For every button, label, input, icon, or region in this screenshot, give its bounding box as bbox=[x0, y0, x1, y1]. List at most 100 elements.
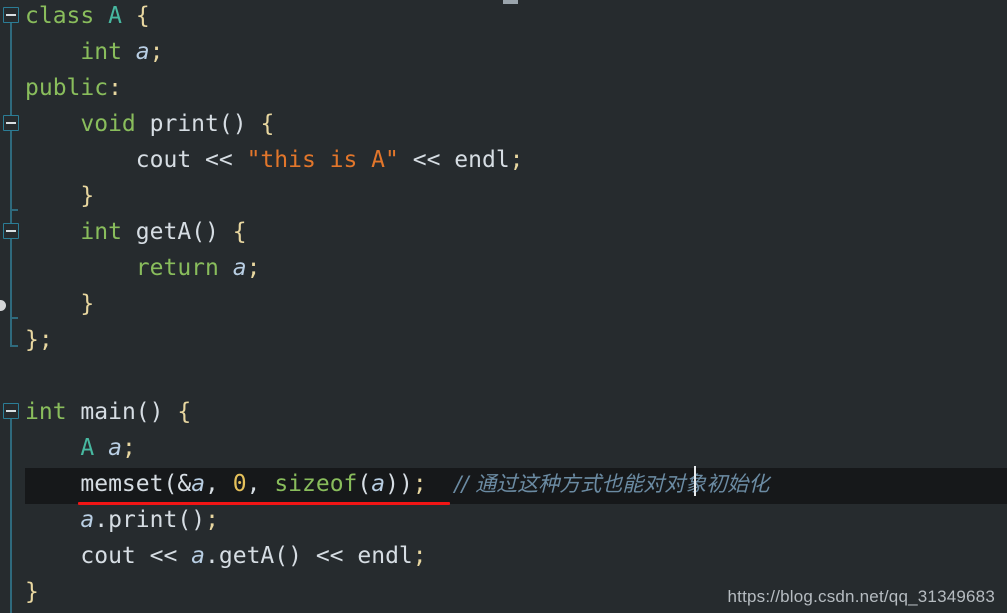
code-token: ; bbox=[149, 39, 164, 65]
code-token: () bbox=[274, 543, 302, 569]
code-line[interactable]: memset(&a, 0, sizeof(a)); // 通过这种方式也能对对象… bbox=[0, 466, 1007, 502]
code-token: endl bbox=[454, 147, 510, 173]
code-token: 0 bbox=[232, 471, 247, 497]
code-line[interactable] bbox=[0, 358, 1007, 394]
code-token: { bbox=[177, 399, 192, 425]
code-token: a bbox=[191, 471, 206, 497]
code-token: getA bbox=[135, 219, 192, 245]
code-token: } bbox=[80, 183, 95, 209]
code-token: , bbox=[205, 471, 233, 497]
code-token: "this is A" bbox=[246, 147, 399, 173]
code-token: ; bbox=[121, 435, 136, 461]
code-token: getA bbox=[218, 543, 275, 569]
text-caret bbox=[694, 466, 696, 496]
code-token: int bbox=[80, 219, 122, 245]
code-token: // 通过这种方式也能对对象初始化 bbox=[454, 472, 770, 496]
code-line[interactable]: int a; bbox=[0, 34, 1007, 70]
code-token: memset bbox=[80, 471, 164, 497]
red-underline-annotation bbox=[78, 502, 450, 505]
code-line[interactable]: int main() { bbox=[0, 394, 1007, 430]
code-line[interactable]: } bbox=[0, 178, 1007, 214]
code-token: }; bbox=[25, 327, 53, 353]
code-token: a bbox=[108, 435, 122, 461]
code-token: . bbox=[205, 543, 219, 569]
code-token: void bbox=[80, 111, 136, 137]
code-token: class bbox=[25, 3, 95, 29]
code-token: << bbox=[398, 147, 455, 173]
code-token: { bbox=[260, 111, 275, 137]
code-token: int bbox=[25, 399, 67, 425]
watermark-url: https://blog.csdn.net/qq_31349683 bbox=[727, 587, 995, 606]
code-token: ; bbox=[412, 471, 427, 497]
code-text-area[interactable]: class A { int a; public: void print() { c… bbox=[0, 0, 1007, 613]
code-token: : bbox=[108, 75, 122, 101]
code-line[interactable]: cout << "this is A" << endl; bbox=[0, 142, 1007, 178]
code-token: ; bbox=[509, 147, 524, 173]
code-token: ; bbox=[412, 543, 427, 569]
code-line[interactable]: public: bbox=[0, 70, 1007, 106]
code-token: () bbox=[135, 399, 164, 425]
code-line[interactable]: class A { bbox=[0, 0, 1007, 34]
code-token: a bbox=[191, 543, 206, 569]
code-token: endl bbox=[357, 543, 413, 569]
code-line[interactable]: }; bbox=[0, 322, 1007, 358]
code-line[interactable]: int getA() { bbox=[0, 214, 1007, 250]
code-line[interactable]: A a; bbox=[0, 430, 1007, 466]
code-token: { bbox=[232, 219, 247, 245]
code-line[interactable]: void print() { bbox=[0, 106, 1007, 142]
code-line[interactable]: a.print(); bbox=[0, 502, 1007, 538]
code-token: cout bbox=[80, 543, 136, 569]
code-token: } bbox=[80, 291, 95, 317]
code-token: a bbox=[371, 471, 386, 497]
code-token: () bbox=[177, 507, 206, 533]
code-token: { bbox=[135, 3, 150, 29]
code-token: << bbox=[301, 543, 358, 569]
code-line[interactable]: cout << a.getA() << endl; bbox=[0, 538, 1007, 574]
code-token: () bbox=[191, 219, 219, 245]
code-token: ; bbox=[205, 507, 219, 533]
code-token: << bbox=[191, 147, 247, 173]
code-token: return bbox=[135, 255, 219, 281]
code-token: A bbox=[108, 3, 122, 29]
code-editor[interactable]: class A { int a; public: void print() { c… bbox=[0, 0, 1007, 613]
code-token: , bbox=[246, 471, 275, 497]
code-token: ( bbox=[357, 471, 372, 497]
code-line[interactable]: return a; bbox=[0, 250, 1007, 286]
code-token: } bbox=[25, 579, 39, 605]
code-token: main bbox=[80, 399, 136, 425]
code-token: cout bbox=[135, 147, 192, 173]
code-token: << bbox=[135, 543, 192, 569]
code-token: ; bbox=[246, 255, 261, 281]
code-token: print bbox=[149, 111, 219, 137]
code-line[interactable]: } bbox=[0, 286, 1007, 322]
code-token: public bbox=[25, 75, 109, 101]
code-token: . bbox=[94, 507, 109, 533]
code-token: A bbox=[80, 435, 95, 461]
code-token: a bbox=[232, 255, 247, 281]
code-token: a bbox=[135, 39, 150, 65]
code-token: )) bbox=[385, 471, 413, 497]
code-token: sizeof bbox=[274, 471, 358, 497]
code-token: a bbox=[80, 507, 95, 533]
